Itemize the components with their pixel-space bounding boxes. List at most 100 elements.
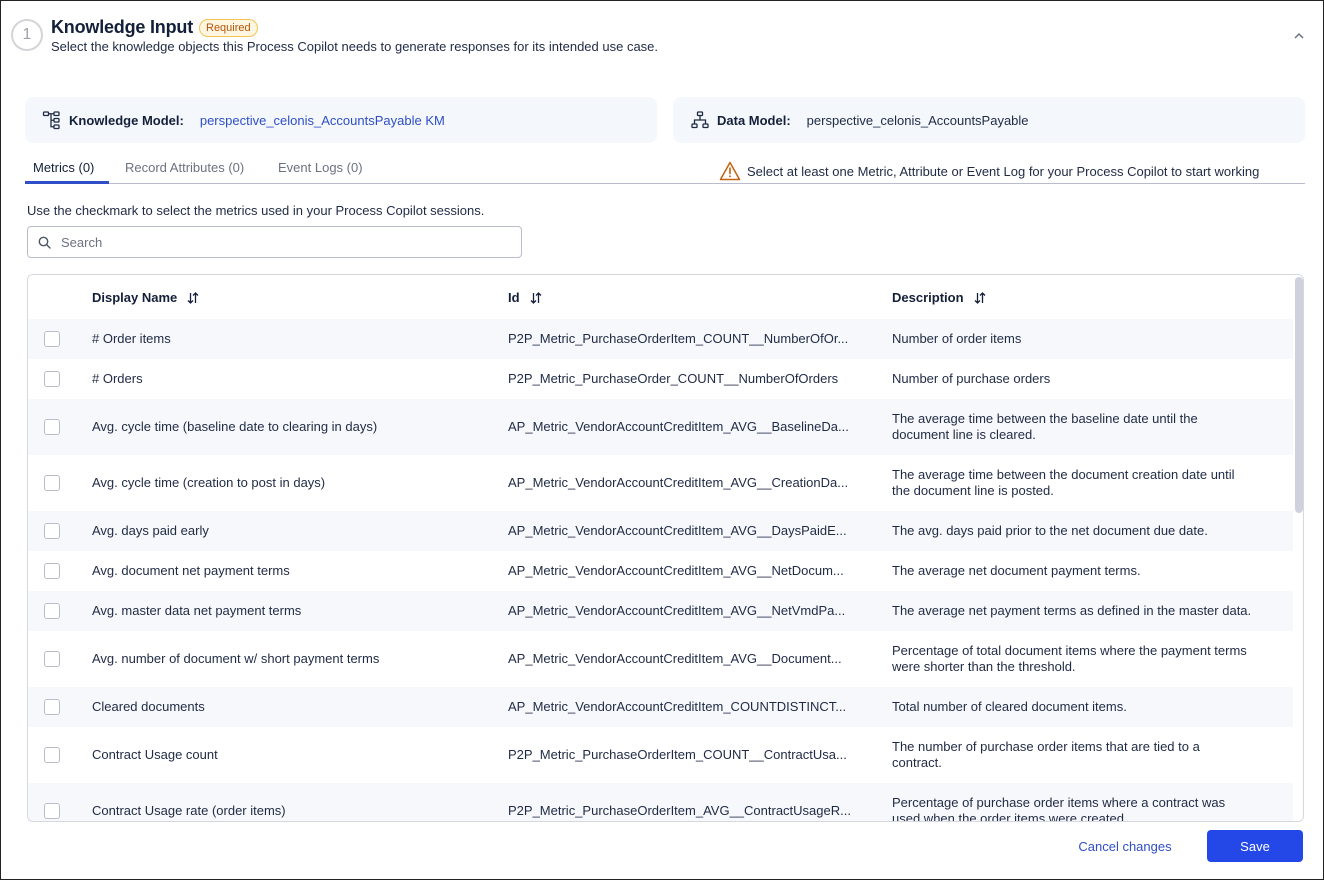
- section-title: Knowledge Input: [51, 17, 193, 37]
- knowledge-input-panel: 1 Knowledge Input Required Select the kn…: [0, 0, 1324, 880]
- sort-icon[interactable]: [530, 291, 542, 304]
- chevron-up-icon: [1294, 32, 1304, 39]
- column-header-display-name: Display Name: [92, 290, 199, 305]
- cell-display-name: Avg. number of document w/ short payment…: [92, 651, 380, 666]
- table-header: Display Name Id Description: [28, 275, 1293, 319]
- description-line: contract.: [892, 755, 942, 770]
- cell-description: The avg. days paid prior to the net docu…: [892, 523, 1208, 539]
- cancel-changes-button[interactable]: Cancel changes: [1063, 830, 1187, 862]
- data-model-card: Data Model: perspective_celonis_Accounts…: [673, 97, 1305, 143]
- tab-record-attributes[interactable]: Record Attributes (0): [125, 160, 244, 183]
- active-tab-indicator: [25, 181, 109, 184]
- table-row: Avg. cycle time (baseline date to cleari…: [28, 399, 1293, 455]
- description-line: Number of purchase orders: [892, 371, 1051, 386]
- cell-id: AP_Metric_VendorAccountCreditItem_AVG__N…: [508, 563, 844, 578]
- row-checkbox[interactable]: [44, 563, 60, 579]
- collapse-section-button[interactable]: [1289, 25, 1309, 45]
- table-row: Avg. cycle time (creation to post in day…: [28, 455, 1293, 511]
- metrics-instruction: Use the checkmark to select the metrics …: [27, 203, 485, 218]
- tab-event-logs[interactable]: Event Logs (0): [278, 160, 363, 183]
- scrollbar-thumb[interactable]: [1295, 277, 1303, 513]
- row-checkbox[interactable]: [44, 803, 60, 819]
- row-checkbox[interactable]: [44, 523, 60, 539]
- cell-display-name: Avg. days paid early: [92, 523, 209, 538]
- cell-description: The number of purchase order items that …: [892, 739, 1200, 771]
- description-line: Percentage of total document items where…: [892, 643, 1247, 658]
- cell-description: Total number of cleared document items.: [892, 699, 1127, 715]
- cell-id: AP_Metric_VendorAccountCreditItem_AVG__D…: [508, 651, 842, 666]
- description-line: The avg. days paid prior to the net docu…: [892, 523, 1208, 538]
- cell-description: The average net payment terms as defined…: [892, 603, 1251, 619]
- step-number-indicator: 1: [11, 19, 43, 51]
- cell-id: AP_Metric_VendorAccountCreditItem_AVG__C…: [508, 475, 849, 490]
- description-line: used when the order items were created.: [892, 811, 1128, 822]
- description-line: document line is cleared.: [892, 427, 1036, 442]
- search-input[interactable]: [61, 234, 501, 250]
- table-row: Contract Usage rate (order items) P2P_Met…: [28, 783, 1293, 822]
- description-line: The average time between the document cr…: [892, 467, 1235, 482]
- description-line: Total number of cleared document items.: [892, 699, 1127, 714]
- row-checkbox[interactable]: [44, 603, 60, 619]
- table-row: # Order items P2P_Metric_PurchaseOrderIte…: [28, 319, 1293, 359]
- cell-id: AP_Metric_VendorAccountCreditItem_AVG__B…: [508, 419, 849, 434]
- cell-display-name: Avg. document net payment terms: [92, 563, 290, 578]
- metrics-table: Display Name Id Description # Order item…: [27, 274, 1304, 822]
- table-row: Avg. document net payment terms AP_Metric…: [28, 551, 1293, 591]
- row-checkbox[interactable]: [44, 475, 60, 491]
- search-icon: [38, 236, 51, 249]
- row-checkbox[interactable]: [44, 651, 60, 667]
- column-header-description: Description: [892, 290, 986, 305]
- cell-display-name: # Orders: [92, 371, 143, 386]
- sitemap-icon: [689, 109, 711, 131]
- cell-display-name: # Order items: [92, 331, 171, 346]
- row-checkbox[interactable]: [44, 331, 60, 347]
- cell-description: Number of order items: [892, 331, 1021, 347]
- knowledge-model-link[interactable]: perspective_celonis_AccountsPayable KM: [200, 113, 445, 128]
- cell-id: AP_Metric_VendorAccountCreditItem_AVG__D…: [508, 523, 847, 538]
- cell-description: The average time between the document cr…: [892, 467, 1235, 499]
- cell-display-name: Contract Usage count: [92, 747, 218, 762]
- table-row: Contract Usage count P2P_Metric_PurchaseO…: [28, 727, 1293, 783]
- sort-icon[interactable]: [187, 291, 199, 304]
- column-header-id: Id: [508, 290, 542, 305]
- cell-id: P2P_Metric_PurchaseOrderItem_COUNT__Numb…: [508, 331, 849, 346]
- cell-display-name: Contract Usage rate (order items): [92, 803, 286, 818]
- data-model-value: perspective_celonis_AccountsPayable: [806, 112, 1029, 128]
- description-line: The average time between the baseline da…: [892, 411, 1198, 426]
- cell-id: P2P_Metric_PurchaseOrder_COUNT__NumberOf…: [508, 371, 839, 386]
- data-model-label: Data Model:: [717, 112, 791, 128]
- row-checkbox[interactable]: [44, 699, 60, 715]
- tab-metrics[interactable]: Metrics (0): [33, 160, 94, 183]
- cell-description: The average net document payment terms.: [892, 563, 1141, 579]
- warning-text: Select at least one Metric, Attribute or…: [747, 163, 1260, 179]
- row-checkbox[interactable]: [44, 371, 60, 387]
- cell-display-name: Avg. cycle time (creation to post in day…: [92, 475, 326, 490]
- table-row: Avg. master data net payment terms AP_Met…: [28, 591, 1293, 631]
- description-line: The average net document payment terms.: [892, 563, 1141, 578]
- cell-id: AP_Metric_VendorAccountCreditItem_AVG__N…: [508, 603, 846, 618]
- sort-icon[interactable]: [974, 291, 986, 304]
- row-checkbox[interactable]: [44, 419, 60, 435]
- table-row: # Orders P2P_Metric_PurchaseOrder_COUNT__…: [28, 359, 1293, 399]
- section-header: Knowledge Input Required: [51, 17, 258, 38]
- knowledge-model-card: Knowledge Model: perspective_celonis_Acc…: [25, 97, 657, 143]
- cell-description: Percentage of total document items where…: [892, 643, 1247, 675]
- description-line: Percentage of purchase order items where…: [892, 795, 1226, 810]
- save-button[interactable]: Save: [1207, 830, 1303, 862]
- search-box: [27, 226, 522, 258]
- warning-triangle-icon: [719, 161, 741, 181]
- cell-id: P2P_Metric_PurchaseOrderItem_COUNT__Cont…: [508, 747, 847, 762]
- table-row: Cleared documents AP_Metric_VendorAccount…: [28, 687, 1293, 727]
- cell-display-name: Avg. master data net payment terms: [92, 603, 302, 618]
- description-line: the document line is posted.: [892, 483, 1054, 498]
- description-line: The average net payment terms as defined…: [892, 603, 1252, 618]
- cell-description: Percentage of purchase order items where…: [892, 795, 1226, 822]
- description-line: were shorter than the threshold.: [892, 659, 1076, 674]
- selection-warning: Select at least one Metric, Attribute or…: [719, 161, 1259, 181]
- cell-display-name: Avg. cycle time (baseline date to cleari…: [92, 419, 378, 434]
- cell-id: P2P_Metric_PurchaseOrderItem_AVG__Contra…: [508, 803, 851, 818]
- table-row: Avg. days paid early AP_Metric_VendorAcco…: [28, 511, 1293, 551]
- row-checkbox[interactable]: [44, 747, 60, 763]
- description-line: Number of order items: [892, 331, 1022, 346]
- table-row: Avg. number of document w/ short payment…: [28, 631, 1293, 687]
